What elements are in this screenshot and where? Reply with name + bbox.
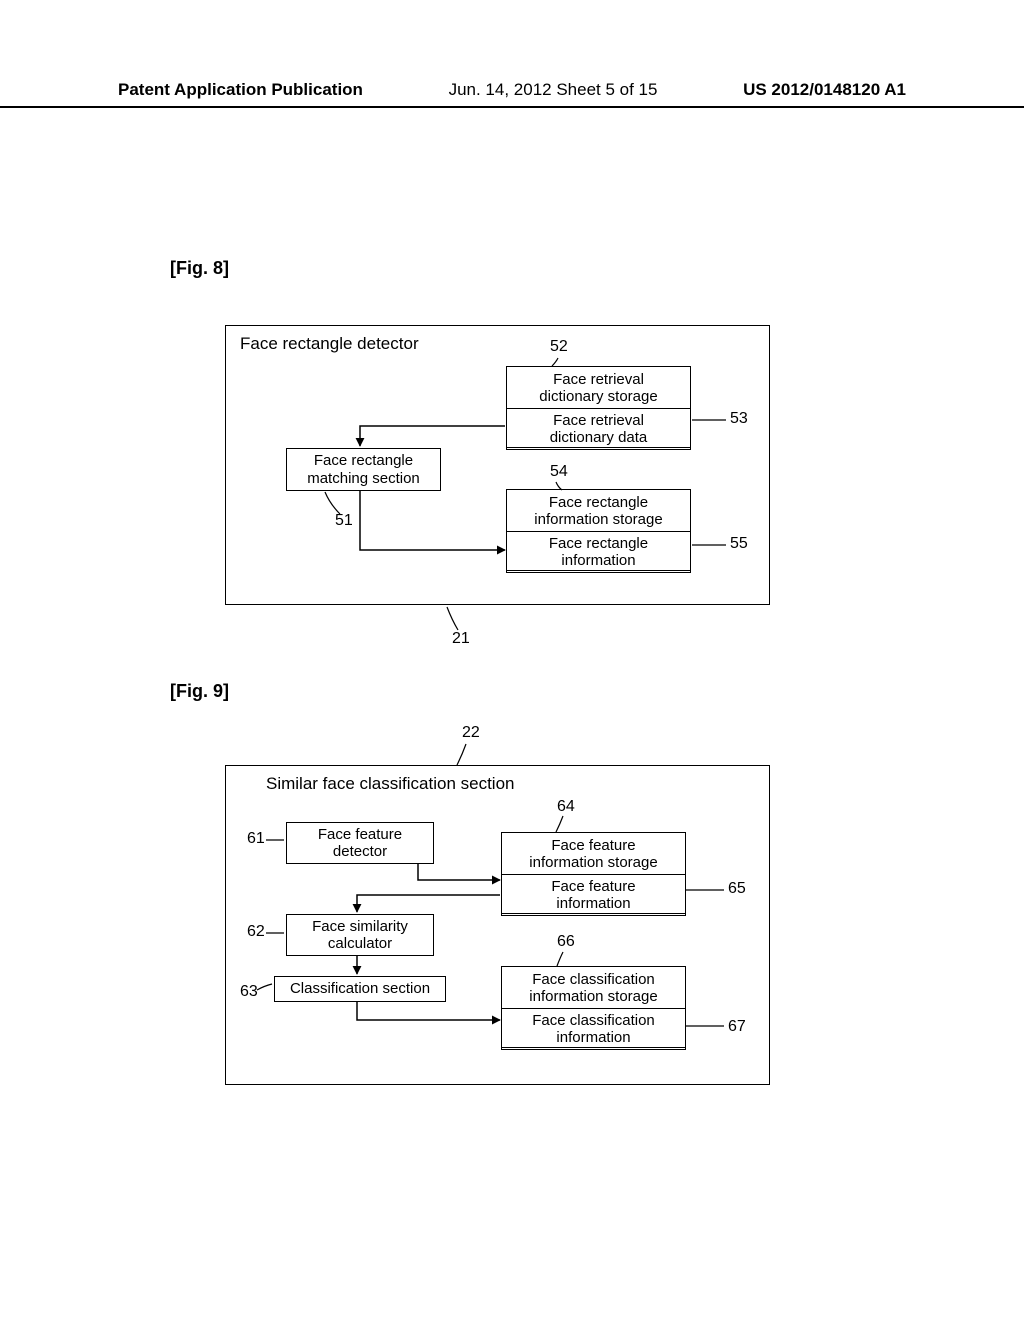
fig8-ref53: 53 bbox=[730, 410, 748, 428]
fig8-title: Face rectangle detector bbox=[240, 334, 419, 354]
fig8-ref51: 51 bbox=[335, 512, 353, 530]
fig8-outer-box: Face rectangle detector Face rectangle m… bbox=[225, 325, 770, 605]
fig8-rect-info-box: Face rectangle information bbox=[506, 531, 691, 574]
header-left: Patent Application Publication bbox=[118, 80, 363, 100]
fig9-class-storage-box: Face classification information storage … bbox=[501, 966, 686, 1048]
fig8-ref21: 21 bbox=[452, 630, 470, 648]
page-header: Patent Application Publication Jun. 14, … bbox=[0, 80, 1024, 108]
fig8-ref52: 52 bbox=[550, 338, 568, 356]
fig9-feature-info-box: Face feature information bbox=[501, 874, 686, 917]
fig8-rect-info-storage-label: Face rectangle information storage bbox=[507, 490, 690, 531]
fig9-ref62: 62 bbox=[247, 923, 265, 941]
fig9-arrows-svg bbox=[0, 0, 1024, 1320]
fig9-outer-box: Similar face classification section Face… bbox=[225, 765, 770, 1085]
fig9-feature-storage-box: Face feature information storage Face fe… bbox=[501, 832, 686, 914]
fig8-retrieval-data-box: Face retrieval dictionary data bbox=[506, 408, 691, 451]
fig9-ref64: 64 bbox=[557, 798, 575, 816]
fig9-feature-storage-label: Face feature information storage bbox=[502, 833, 685, 874]
header-right: US 2012/0148120 A1 bbox=[743, 80, 906, 100]
fig8-label: [Fig. 8] bbox=[170, 258, 229, 279]
fig9-similarity-calc-box: Face similarity calculator bbox=[286, 914, 434, 956]
fig8-ref55: 55 bbox=[730, 535, 748, 553]
fig8-matching-section-box: Face rectangle matching section bbox=[286, 448, 441, 491]
fig9-classification-section-box: Classification section bbox=[274, 976, 446, 1002]
fig9-ref65: 65 bbox=[728, 880, 746, 898]
fig9-ref67: 67 bbox=[728, 1018, 746, 1036]
fig8-ref54: 54 bbox=[550, 463, 568, 481]
fig9-label: [Fig. 9] bbox=[170, 681, 229, 702]
fig9-ref66: 66 bbox=[557, 933, 575, 951]
fig9-feature-detector-box: Face feature detector bbox=[286, 822, 434, 864]
fig9-class-storage-label: Face classification information storage bbox=[502, 967, 685, 1008]
header-mid: Jun. 14, 2012 Sheet 5 of 15 bbox=[449, 80, 658, 100]
fig9-ref22: 22 bbox=[462, 724, 480, 742]
fig9-title: Similar face classification section bbox=[266, 774, 514, 794]
fig8-retrieval-storage-label: Face retrieval dictionary storage bbox=[507, 367, 690, 408]
fig8-rect-info-storage-box: Face rectangle information storage Face … bbox=[506, 489, 691, 571]
fig8-retrieval-storage-box: Face retrieval dictionary storage Face r… bbox=[506, 366, 691, 448]
fig9-ref61: 61 bbox=[247, 830, 265, 848]
fig9-ref63: 63 bbox=[240, 983, 258, 1001]
fig9-class-info-box: Face classification information bbox=[501, 1008, 686, 1051]
